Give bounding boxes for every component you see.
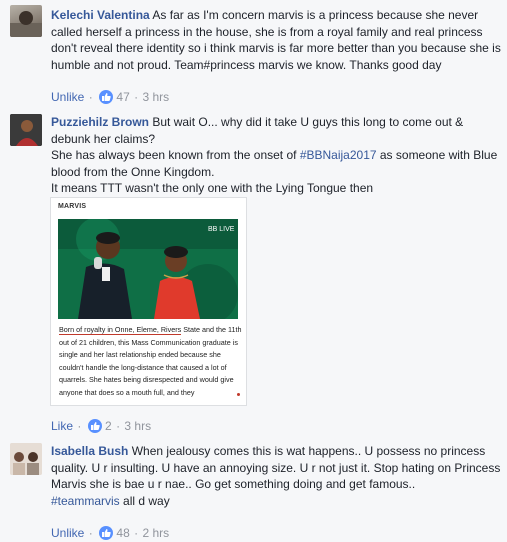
author-name[interactable]: Isabella Bush	[51, 444, 128, 458]
thumbs-up-icon[interactable]	[99, 526, 114, 540]
comment-text: Kelechi Valentina As far as I'm concern …	[51, 7, 501, 73]
text-fragment: She has always been known from the onset…	[51, 148, 300, 162]
avatar-image	[10, 11, 42, 37]
separator: ·	[88, 526, 97, 540]
comment-actions: Unlike · 47 · 3 hrs	[51, 90, 169, 104]
comment-actions: Like · 2 · 3 hrs	[51, 419, 151, 433]
comment-kelechi: Kelechi Valentina As far as I'm concern …	[0, 0, 507, 108]
author-name[interactable]: Kelechi Valentina	[51, 8, 150, 22]
comment-text: Puzziehilz Brown But wait O... why did i…	[51, 114, 501, 147]
card-caption: Born of royalty in Onne, Eleme, Rivers S…	[59, 324, 243, 400]
caption-underlined: Born of royalty in Onne, Eleme, Rivers	[59, 325, 182, 335]
comment-actions: Unlike · 48 · 2 hrs	[51, 526, 169, 540]
thumbs-up-icon[interactable]	[87, 419, 102, 433]
avatar[interactable]	[10, 5, 42, 37]
caption-rest: State and the 11th out of 21 children, t…	[59, 325, 242, 397]
card-label: MARVIS	[58, 203, 87, 210]
timestamp[interactable]: 2 hrs	[142, 526, 169, 540]
reaction-count[interactable]: 48	[116, 526, 129, 540]
hashtag-link[interactable]: #teammarvis	[51, 494, 120, 508]
photo-badge: BB LIVE	[208, 226, 235, 233]
comment-body-line3: It means TTT wasn't the only one with th…	[51, 181, 374, 195]
thumbs-up-icon[interactable]	[99, 90, 114, 104]
text-fragment: all d way	[119, 493, 170, 508]
author-name[interactable]: Puzziehilz Brown	[51, 115, 149, 129]
photo-illustration: BB LIVE	[58, 219, 238, 319]
hashtag-link[interactable]: #BBNaija2017	[300, 148, 377, 162]
separator: ·	[77, 419, 85, 433]
avatar-image	[10, 443, 42, 475]
shared-image-card[interactable]: MARVIS BB LIVE Born of royalty in Onne, …	[50, 197, 247, 406]
card-photo: BB LIVE	[58, 219, 238, 319]
timestamp[interactable]: 3 hrs	[142, 90, 169, 104]
comment-hashtag-line: #teammarvis all d way	[51, 493, 501, 510]
reaction-count[interactable]: 47	[116, 90, 129, 104]
comment-text: Isabella Bush When jealousy comes this i…	[51, 443, 501, 493]
red-dot-mark	[237, 393, 240, 396]
unlike-link[interactable]: Unlike	[51, 526, 84, 540]
comment-body-line2: She has always been known from the onset…	[51, 147, 501, 180]
avatar[interactable]	[10, 443, 42, 475]
avatar-image	[10, 114, 42, 146]
reaction-count[interactable]: 2	[105, 419, 112, 433]
like-link[interactable]: Like	[51, 419, 73, 433]
unlike-link[interactable]: Unlike	[51, 90, 84, 104]
timestamp[interactable]: 3 hrs	[124, 419, 151, 433]
separator: ·	[88, 90, 97, 104]
avatar[interactable]	[10, 114, 42, 146]
